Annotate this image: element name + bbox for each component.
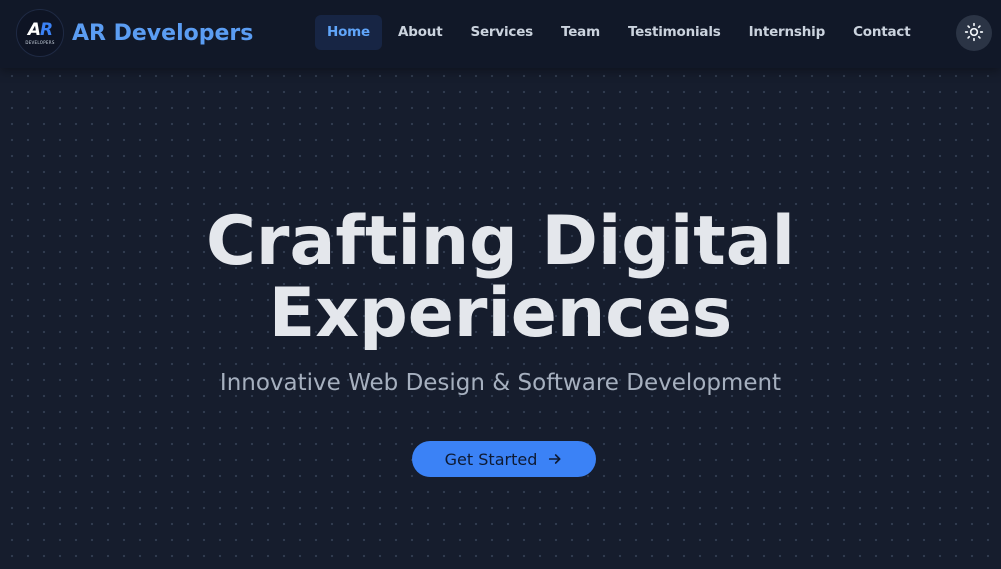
arrow-right-icon: [547, 451, 563, 467]
nav-link-contact[interactable]: Contact: [841, 15, 922, 50]
nav-link-team[interactable]: Team: [549, 15, 612, 50]
nav-link-home[interactable]: Home: [315, 15, 382, 50]
theme-toggle-button[interactable]: [956, 15, 992, 51]
navbar: AR DEVELOPERS AR Developers Home About S…: [0, 0, 1001, 68]
get-started-label: Get Started: [444, 449, 538, 469]
nav-link-about[interactable]: About: [386, 15, 454, 50]
hero-subtitle: Innovative Web Design & Software Develop…: [219, 370, 782, 396]
nav-menu: Home About Services Team Testimonials In…: [315, 15, 926, 50]
brand-logo: AR DEVELOPERS: [16, 9, 64, 57]
nav-link-services[interactable]: Services: [458, 15, 545, 50]
hero-section: Crafting Digital Experiences Innovative …: [0, 68, 1001, 569]
sun-icon: [964, 22, 984, 45]
hero-title: Crafting Digital Experiences: [0, 206, 1001, 350]
brand-link[interactable]: AR DEVELOPERS AR Developers: [16, 9, 253, 57]
hero-title-line2: Experiences: [268, 274, 733, 353]
get-started-button[interactable]: Get Started: [412, 441, 596, 477]
nav-link-testimonials[interactable]: Testimonials: [616, 15, 733, 50]
nav-link-internship[interactable]: Internship: [737, 15, 837, 50]
logo-subtext: DEVELOPERS: [25, 39, 55, 45]
brand-name: AR Developers: [72, 20, 254, 46]
logo-mark: AR: [27, 19, 53, 40]
hero-title-line1: Crafting Digital: [206, 202, 795, 281]
